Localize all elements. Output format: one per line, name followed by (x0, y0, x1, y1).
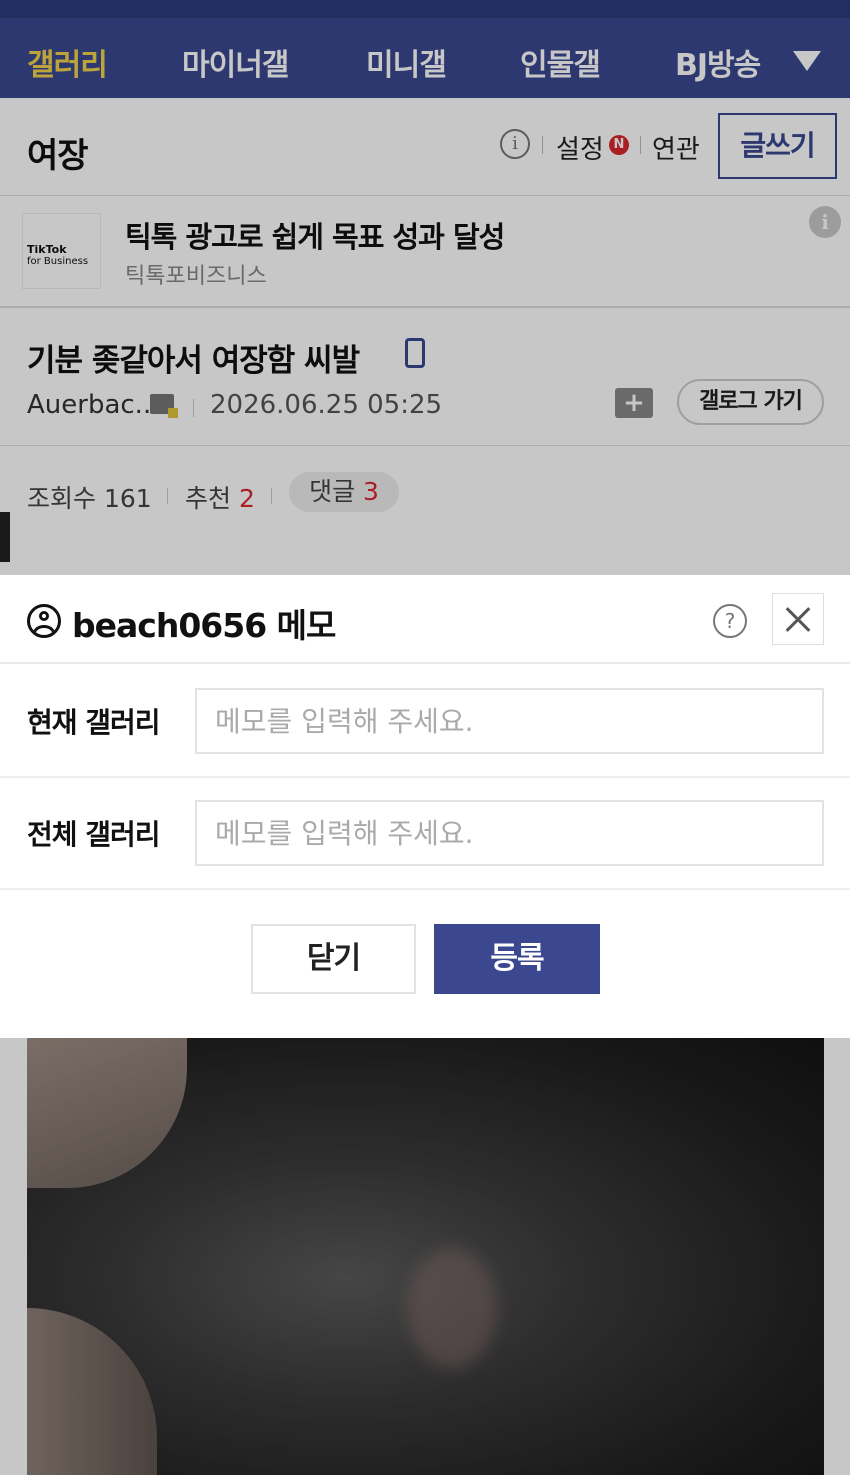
user-circle-icon (27, 604, 61, 638)
close-button[interactable]: 닫기 (251, 924, 416, 994)
current-gallery-label: 현재 갤러리 (27, 706, 161, 739)
memo-dialog: beach0656 메모 ? 현재 갤러리 전체 갤러리 닫기 등록 (0, 575, 850, 1038)
all-gallery-memo-input[interactable] (195, 800, 824, 866)
register-button[interactable]: 등록 (434, 924, 600, 994)
all-gallery-label: 전체 갤러리 (27, 818, 161, 851)
current-gallery-memo-input[interactable] (195, 688, 824, 754)
memo-row-current-gallery: 현재 갤러리 (0, 666, 850, 778)
memo-dialog-title: beach0656 메모 (72, 606, 336, 645)
memo-dialog-header: beach0656 메모 ? (0, 575, 850, 664)
memo-row-all-gallery: 전체 갤러리 (0, 778, 850, 890)
close-icon[interactable] (772, 593, 824, 645)
help-icon[interactable]: ? (713, 604, 747, 638)
